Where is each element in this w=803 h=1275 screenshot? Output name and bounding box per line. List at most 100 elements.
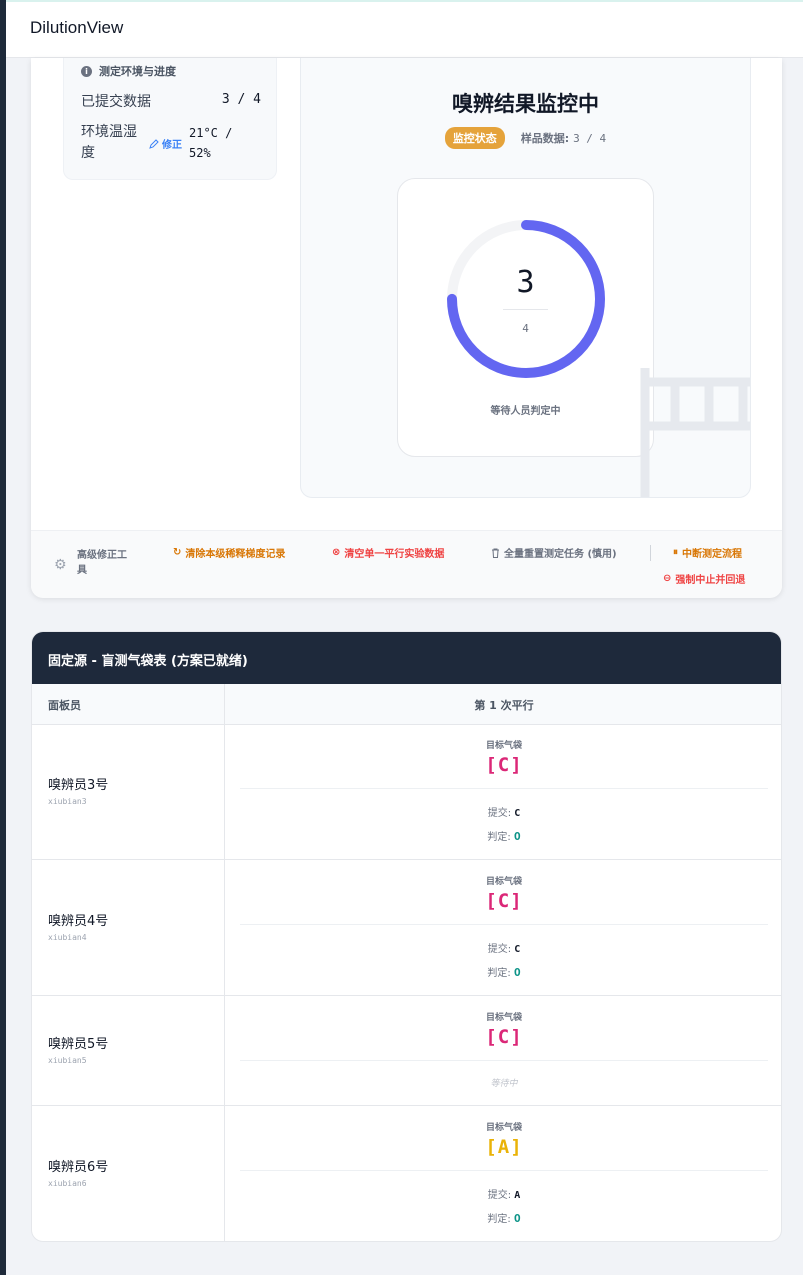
submitted-label: 已提交数据: [81, 94, 151, 110]
panelist-name: 嗅辨员3号: [48, 778, 109, 793]
target-bag-code: [A]: [485, 1136, 523, 1158]
waiting-text: 等待人员判定中: [490, 406, 561, 417]
target-bag-code: [C]: [485, 890, 523, 912]
submitted-value: 3 / 4: [221, 92, 261, 107]
monitor-card: i 测定环境与进度 已提交数据 3 / 4 环境温湿度 修正 21°C / 52…: [31, 58, 782, 598]
status-panel: 嗅辨结果监控中 监控状态 样品数据: 3 / 4 3 4 等待人员判定中: [300, 58, 751, 498]
panelist-id: xiubian6: [48, 1179, 87, 1188]
table-row: 嗅辨员4号 xiubian4 目标气袋 [C] 提交: C 判定: O: [32, 860, 781, 996]
fix-temperature-button[interactable]: 修正: [149, 136, 182, 151]
clear-parallel-button[interactable]: ⊗ 清空单一平行实验数据: [332, 545, 444, 560]
target-bag-label: 目标气袋: [485, 877, 522, 887]
table-header: 固定源 - 盲测气袋表 (方案已就绪): [32, 632, 781, 684]
temperature-value: 21°C / 52%: [189, 126, 233, 160]
panelist-id: xiubian5: [48, 1056, 87, 1065]
environment-heading: i 测定环境与进度: [81, 63, 176, 79]
submit-label: 提交:: [487, 1190, 512, 1201]
submit-value: A: [514, 1190, 521, 1201]
panelist-id: xiubian3: [48, 797, 87, 806]
target-bag-label: 目标气袋: [485, 1013, 522, 1023]
advanced-toolbar: ⚙ 高级修正工具 ↻ 清除本级稀释梯度记录 ⊗ 清空单一平行实验数据 全量重置测…: [31, 530, 782, 598]
status-row: 监控状态 样品数据: 3 / 4: [301, 127, 750, 149]
toolbar-label: 高级修正工具: [77, 550, 127, 576]
top-bar: DilutionView: [6, 0, 803, 58]
sample-info: 样品数据: 3 / 4: [521, 130, 606, 146]
table-title: 固定源 - 盲测气袋表 (方案已就绪): [48, 654, 248, 669]
panelist-name: 嗅辨员6号: [48, 1160, 109, 1175]
cell-divider: [240, 1170, 768, 1171]
column-panelist: 面板员: [48, 699, 81, 712]
status-badge: 监控状态: [444, 127, 505, 149]
target-bag-code: [C]: [485, 754, 523, 776]
judge-label: 判定:: [487, 1214, 511, 1225]
submit-value: C: [514, 808, 521, 819]
panelist-id: xiubian4: [48, 933, 87, 942]
pause-icon: ⏸: [673, 547, 678, 558]
reset-all-button[interactable]: 全量重置测定任务 (慎用): [491, 545, 617, 560]
round-cell: 目标气袋 [A] 提交: A 判定: O: [225, 1106, 781, 1241]
environment-heading-text: 测定环境与进度: [99, 65, 176, 78]
info-icon: i: [81, 65, 92, 77]
toolbar-separator: [650, 545, 651, 561]
judge-label: 判定:: [487, 832, 511, 843]
judge-value: O: [513, 966, 521, 979]
interrupt-label: 中断测定流程: [682, 549, 742, 560]
submit-line: 提交: A: [225, 1186, 781, 1201]
panelist-cell: 嗅辨员5号 xiubian5: [32, 996, 225, 1105]
force-stop-button[interactable]: ⊖ 强制中止并回退: [663, 571, 745, 586]
fix-label: 修正: [162, 140, 182, 151]
panelist-cell: 嗅辨员3号 xiubian3: [32, 724, 225, 859]
environment-panel: i 测定环境与进度 已提交数据 3 / 4 环境温湿度 修正 21°C / 52…: [63, 58, 277, 180]
reset-all-label: 全量重置测定任务 (慎用): [504, 549, 617, 560]
judge-value: O: [513, 1212, 521, 1225]
minus-circle-icon: ⊖: [663, 573, 672, 584]
judge-value: O: [513, 830, 521, 843]
x-circle-icon: ⊗: [332, 547, 341, 558]
round-cell: 目标气袋 [C] 提交: C 判定: O: [225, 860, 781, 995]
progress-total: 4: [522, 322, 529, 335]
submit-label: 提交:: [487, 944, 512, 955]
target-bag-label: 目标气袋: [485, 741, 522, 751]
progress-divider: [503, 309, 548, 310]
force-stop-label: 强制中止并回退: [675, 575, 746, 586]
cell-divider: [240, 788, 768, 789]
judge-label: 判定:: [487, 968, 511, 979]
submit-value: C: [514, 944, 521, 955]
round-cell: 目标气袋 [C] 提交: C 判定: O: [225, 724, 781, 859]
table-row: 嗅辨员3号 xiubian3 目标气袋 [C] 提交: C 判定: O: [32, 724, 781, 860]
round-cell: 目标气袋 [C] 等待中: [225, 996, 781, 1105]
table-row: 嗅辨员5号 xiubian5 目标气袋 [C] 等待中: [32, 996, 781, 1106]
clear-dilution-button[interactable]: ↻ 清除本级稀释梯度记录: [173, 545, 285, 560]
target-bag-label: 目标气袋: [485, 1123, 522, 1133]
submit-line: 提交: C: [225, 804, 781, 819]
panelist-cell: 嗅辨员6号 xiubian6: [32, 1106, 225, 1241]
trash-icon: [492, 548, 499, 558]
judge-line: 判定: O: [225, 964, 781, 979]
target-bag-code: [C]: [485, 1026, 523, 1048]
column-round: 第 1 次平行: [474, 699, 534, 712]
left-edge-bar: [0, 0, 6, 1275]
sample-value: 3 / 4: [573, 132, 607, 145]
blind-test-table: 固定源 - 盲测气袋表 (方案已就绪) 面板员 第 1 次平行 嗅辨员3号 xi…: [31, 631, 782, 1242]
pencil-icon: [149, 138, 159, 149]
panelist-name: 嗅辨员5号: [48, 1037, 109, 1052]
progress-current: 3: [516, 265, 535, 300]
submit-label: 提交:: [487, 808, 512, 819]
table-row: 嗅辨员6号 xiubian6 目标气袋 [A] 提交: A 判定: O: [32, 1106, 781, 1241]
sample-label: 样品数据:: [520, 132, 570, 145]
gear-icon: ⚙: [54, 557, 67, 573]
monitor-title: 嗅辨结果监控中: [452, 92, 599, 116]
cell-divider: [240, 924, 768, 925]
panelist-name: 嗅辨员4号: [48, 914, 109, 929]
panelist-cell: 嗅辨员4号 xiubian4: [32, 860, 225, 995]
refresh-icon: ↻: [173, 547, 182, 558]
submit-line: 提交: C: [225, 940, 781, 955]
cell-divider: [240, 1060, 768, 1061]
judge-line: 判定: O: [225, 828, 781, 843]
judge-line: 判定: O: [225, 1210, 781, 1225]
interrupt-button[interactable]: ⏸ 中断测定流程: [673, 545, 742, 560]
temperature-label: 环境温湿度: [81, 124, 137, 161]
clear-parallel-label: 清空单一平行实验数据: [344, 549, 445, 560]
progress-box: 3 4 等待人员判定中: [397, 178, 654, 457]
column-header-row: 面板员 第 1 次平行: [32, 684, 781, 725]
